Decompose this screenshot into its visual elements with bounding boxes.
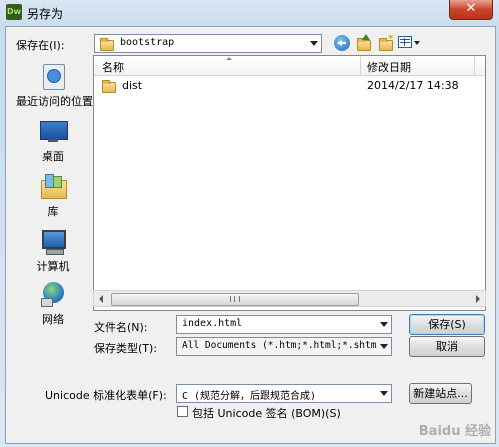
view-menu-icon[interactable] bbox=[398, 36, 412, 48]
column-divider[interactable] bbox=[360, 56, 361, 75]
new-folder-icon[interactable]: ✶ bbox=[378, 34, 395, 51]
unicode-form-label: Unicode 标准化表单(F): bbox=[45, 389, 167, 402]
bom-label: 包括 Unicode 签名 (BOM)(S) bbox=[192, 407, 341, 420]
column-header-modified[interactable]: 修改日期 bbox=[367, 59, 411, 75]
chevron-down-icon[interactable] bbox=[380, 391, 388, 396]
new-site-button[interactable]: 新建站点... bbox=[409, 383, 472, 404]
save-in-combobox[interactable]: bootstrap bbox=[94, 34, 322, 53]
chevron-down-icon bbox=[310, 41, 318, 46]
filename-value: index.html bbox=[182, 318, 243, 329]
libraries-icon bbox=[39, 172, 67, 200]
filename-label: 文件名(N): bbox=[94, 321, 148, 334]
file-modified-date: 2014/2/17 14:38 bbox=[367, 79, 459, 92]
file-list[interactable]: 名称 修改日期 dist 2014/2/17 14:38 bbox=[93, 55, 486, 311]
unicode-form-combobox[interactable]: C (规范分解，后跟规范合成) bbox=[176, 384, 392, 403]
up-folder-icon[interactable] bbox=[356, 34, 372, 51]
unicode-form-value: C (规范分解，后跟规范合成) bbox=[182, 391, 317, 402]
save-button[interactable]: 保存(S) bbox=[409, 314, 485, 335]
back-icon[interactable] bbox=[334, 35, 350, 51]
baidu-watermark: Baidu 经验 bbox=[418, 424, 491, 439]
place-desktop[interactable]: 桌面 bbox=[16, 117, 90, 164]
folder-icon bbox=[102, 80, 116, 93]
horizontal-scrollbar[interactable] bbox=[93, 290, 486, 307]
save-as-dialog: Dw 另存为 ✕ 保存在(I): bootstrap ✶ 最近访问的位置 桌面 … bbox=[0, 0, 499, 447]
dialog-title: 另存为 bbox=[27, 7, 64, 21]
sort-ascending-icon bbox=[226, 57, 232, 60]
current-folder-value: bootstrap bbox=[120, 37, 175, 48]
scrollbar-thumb[interactable] bbox=[111, 293, 359, 306]
dreamweaver-app-icon: Dw bbox=[6, 4, 22, 20]
folder-icon bbox=[100, 38, 114, 51]
column-header-name[interactable]: 名称 bbox=[102, 59, 124, 75]
title-bar: Dw 另存为 ✕ bbox=[0, 0, 499, 26]
save-in-label: 保存在(I): bbox=[16, 39, 65, 52]
view-menu-chevron-icon[interactable] bbox=[414, 41, 420, 45]
network-icon bbox=[39, 280, 67, 308]
places-bar: 最近访问的位置 桌面 库 计算机 网络 bbox=[16, 52, 93, 337]
place-network[interactable]: 网络 bbox=[16, 280, 90, 327]
place-libraries[interactable]: 库 bbox=[16, 172, 90, 219]
close-button[interactable]: ✕ bbox=[449, 0, 493, 20]
grip-icon bbox=[230, 296, 240, 302]
cancel-button[interactable]: 取消 bbox=[409, 336, 485, 357]
chevron-down-icon[interactable] bbox=[380, 344, 388, 349]
computer-icon bbox=[39, 227, 67, 255]
filetype-combobox[interactable]: All Documents (*.htm;*.html;*.shtm;*. bbox=[176, 337, 392, 356]
filetype-value: All Documents (*.htm;*.html;*.shtm;*. bbox=[182, 340, 378, 351]
list-item[interactable]: dist 2014/2/17 14:38 bbox=[94, 78, 485, 95]
column-divider[interactable] bbox=[474, 56, 475, 75]
place-computer[interactable]: 计算机 bbox=[16, 227, 90, 274]
place-recent[interactable]: 最近访问的位置 bbox=[16, 62, 93, 109]
recent-places-icon bbox=[39, 62, 67, 90]
file-list-header: 名称 修改日期 bbox=[94, 56, 485, 76]
scroll-right-icon[interactable] bbox=[476, 295, 480, 303]
desktop-icon bbox=[39, 117, 68, 145]
filetype-label: 保存类型(T): bbox=[94, 342, 158, 355]
dialog-body: 保存在(I): bootstrap ✶ 最近访问的位置 桌面 库 计算机 网络 … bbox=[5, 26, 496, 444]
scroll-left-icon[interactable] bbox=[99, 295, 103, 303]
bom-checkbox[interactable] bbox=[177, 406, 188, 417]
filename-combobox[interactable]: index.html bbox=[176, 315, 392, 334]
chevron-down-icon[interactable] bbox=[380, 322, 388, 327]
file-name: dist bbox=[122, 79, 143, 92]
